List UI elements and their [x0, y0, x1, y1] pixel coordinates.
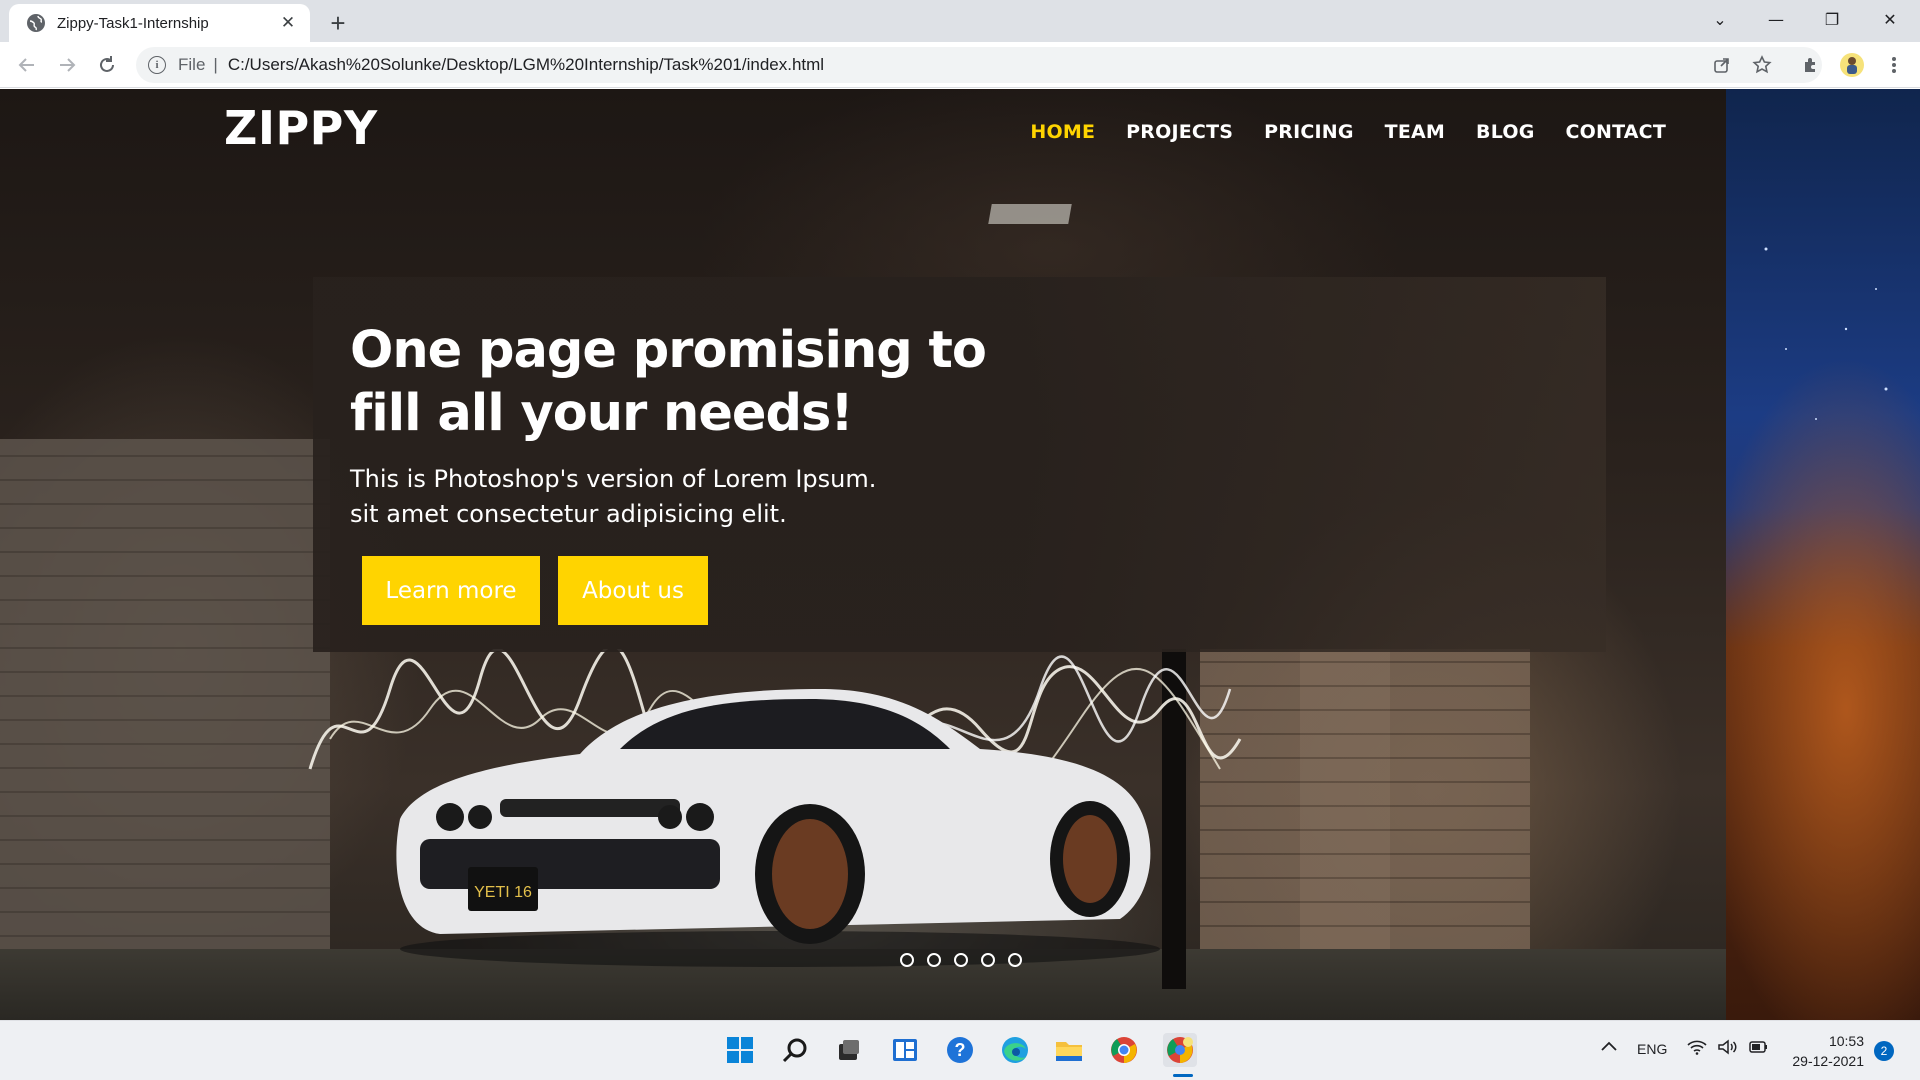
next-slide-preview	[1726, 89, 1920, 1020]
browser-tab-strip: Zippy-Task1-Internship ✕ + ⌄ — ❐ ✕	[0, 0, 1920, 42]
input-language[interactable]: ENG	[1637, 1041, 1667, 1057]
restore-button[interactable]: ❐	[1804, 0, 1860, 38]
clock-time: 10:53	[1828, 1033, 1864, 1049]
edge-browser-icon[interactable]	[998, 1033, 1032, 1067]
carousel-dot[interactable]	[1008, 953, 1022, 967]
active-app-indicator	[1173, 1074, 1193, 1077]
site-header: ZIPPY HOME PROJECTS PRICING TEAM BLOG CO…	[0, 89, 1726, 179]
carousel-dot[interactable]	[954, 953, 968, 967]
license-plate-text: YETI 16	[474, 884, 532, 901]
tab-title: Zippy-Task1-Internship	[57, 14, 209, 32]
reload-icon	[100, 56, 114, 72]
task-view-icon[interactable]	[832, 1033, 866, 1067]
nav-pricing[interactable]: PRICING	[1264, 121, 1354, 143]
windows-taskbar: ? ENG 10:53 29-12-2021 2	[0, 1020, 1920, 1080]
nav-home[interactable]: HOME	[1030, 121, 1095, 143]
carousel-indicators	[900, 953, 1022, 967]
globe-icon	[27, 14, 45, 32]
help-icon[interactable]: ?	[943, 1033, 977, 1067]
scheme-separator: |	[213, 55, 218, 74]
start-windows-icon[interactable]	[723, 1033, 757, 1067]
url-text[interactable]: C:/Users/Akash%20Solunke/Desktop/LGM%20I…	[228, 55, 824, 75]
street-light	[988, 204, 1072, 224]
hero-subtitle: This is Photoshop's version of Lorem Ips…	[350, 462, 1050, 532]
share-icon[interactable]	[1707, 50, 1737, 80]
browser-tab[interactable]: Zippy-Task1-Internship ✕	[9, 4, 310, 42]
volume-icon[interactable]	[1717, 1039, 1737, 1058]
reload-button[interactable]	[92, 50, 122, 80]
hero-subtitle-line1: This is Photoshop's version of Lorem Ips…	[350, 465, 877, 493]
web-page: YETI 16 ZIPPY HOME PROJECTS PRICING TEAM…	[0, 89, 1920, 1020]
nav-blog[interactable]: BLOG	[1476, 121, 1534, 143]
wifi-icon[interactable]	[1687, 1039, 1707, 1058]
widgets-icon[interactable]	[888, 1033, 922, 1067]
arrow-right-icon	[60, 58, 76, 72]
learn-more-button[interactable]: Learn more	[362, 556, 540, 625]
close-window-button[interactable]: ✕	[1862, 0, 1918, 38]
site-logo[interactable]: ZIPPY	[224, 101, 378, 155]
back-button[interactable]	[12, 50, 42, 80]
browser-menu-icon[interactable]	[1879, 50, 1909, 80]
search-icon[interactable]	[778, 1033, 812, 1067]
extensions-puzzle-icon[interactable]	[1796, 50, 1826, 80]
nav-contact[interactable]: CONTACT	[1566, 121, 1667, 143]
carousel-dot[interactable]	[981, 953, 995, 967]
tab-search-button[interactable]: ⌄	[1692, 0, 1748, 38]
main-nav: HOME PROJECTS PRICING TEAM BLOG CONTACT	[999, 121, 1666, 143]
about-us-button[interactable]: About us	[558, 556, 708, 625]
chrome-icon[interactable]	[1107, 1033, 1141, 1067]
notification-badge[interactable]: 2	[1874, 1041, 1894, 1061]
close-tab-icon[interactable]: ✕	[276, 11, 300, 35]
svg-text:?: ?	[955, 1040, 966, 1060]
hero-subtitle-line2: sit amet consectetur adipisicing elit.	[350, 500, 787, 528]
nav-team[interactable]: TEAM	[1385, 121, 1445, 143]
hero-title: One page promising to fill all your need…	[350, 319, 1050, 445]
scheme-label: File	[178, 55, 206, 74]
hero-title-line1: One page promising to	[350, 321, 987, 380]
browser-toolbar: i File | C:/Users/Akash%20Solunke/Deskto…	[0, 42, 1920, 88]
file-explorer-icon[interactable]	[1052, 1033, 1086, 1067]
nav-projects[interactable]: PROJECTS	[1126, 121, 1233, 143]
brick-wall-left	[0, 439, 330, 959]
profile-avatar[interactable]	[1837, 50, 1867, 80]
minimize-button[interactable]: —	[1748, 0, 1804, 38]
carousel-dot[interactable]	[900, 953, 914, 967]
white-car-image: YETI 16	[396, 689, 1160, 967]
forward-button[interactable]	[52, 50, 82, 80]
new-tab-button[interactable]: +	[322, 7, 354, 39]
address-bar[interactable]: i File | C:/Users/Akash%20Solunke/Deskto…	[136, 47, 1822, 83]
battery-icon[interactable]	[1747, 1039, 1769, 1058]
system-clock[interactable]: 10:53 29-12-2021	[1784, 1031, 1864, 1071]
arrow-left-icon	[18, 58, 34, 72]
clock-date: 29-12-2021	[1792, 1053, 1864, 1069]
hero-title-line2: fill all your needs!	[350, 384, 854, 443]
hero-panel: One page promising to fill all your need…	[313, 277, 1606, 652]
bookmark-star-icon[interactable]	[1747, 50, 1777, 80]
chrome-profile-icon[interactable]	[1163, 1033, 1197, 1067]
chevron-up-icon[interactable]	[1600, 1039, 1618, 1056]
star-field	[1764, 247, 1888, 420]
carousel-dot[interactable]	[927, 953, 941, 967]
info-icon[interactable]: i	[148, 56, 166, 74]
